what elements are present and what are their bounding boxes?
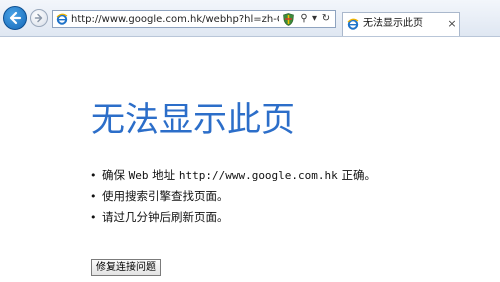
compatibility-shield-icon[interactable]	[283, 13, 294, 26]
list-item: • 请过几分钟后刷新页面。	[90, 207, 490, 228]
tip-text: 请过几分钟后刷新页面。	[102, 210, 229, 224]
browser-toolbar: http://www.google.com.hk/webhp?hl=zh-CN&…	[0, 0, 500, 37]
back-button[interactable]	[3, 6, 27, 30]
forward-arrow-icon	[34, 13, 43, 23]
address-url[interactable]: http://www.google.com.hk/webhp?hl=zh-CN&	[71, 13, 279, 26]
tip-text: 正确。	[337, 168, 376, 182]
tips-list: • 确保 Web 地址 http://www.google.com.hk 正确。 …	[90, 165, 490, 228]
chevron-down-icon[interactable]: ▾	[310, 12, 319, 26]
bullet: •	[90, 190, 97, 203]
tip-url: http://www.google.com.hk	[178, 169, 338, 182]
error-page: 无法显示此页 • 确保 Web 地址 http://www.google.com.…	[0, 37, 500, 282]
bullet: •	[90, 169, 97, 182]
fix-connection-button[interactable]: 修复连接问题	[91, 259, 161, 276]
list-item: • 使用搜索引擎查找页面。	[90, 186, 490, 207]
address-bar[interactable]: http://www.google.com.hk/webhp?hl=zh-CN&…	[52, 10, 336, 28]
ie-logo-icon	[56, 13, 68, 25]
tip-text: Web	[128, 169, 149, 182]
tip-text: 使用搜索引擎查找页面。	[102, 189, 229, 203]
list-item: • 确保 Web 地址 http://www.google.com.hk 正确。	[90, 165, 490, 186]
tip-text: 地址	[148, 168, 179, 182]
tab-title: 无法显示此页	[363, 18, 423, 29]
page-title: 无法显示此页	[91, 100, 295, 140]
tip-text: 确保	[102, 168, 129, 182]
refresh-icon[interactable]: ↻	[320, 12, 332, 26]
tab-current[interactable]: 无法显示此页 ×	[342, 12, 460, 36]
close-icon[interactable]: ×	[447, 17, 457, 31]
back-arrow-icon	[9, 11, 22, 25]
forward-button[interactable]	[30, 9, 48, 27]
search-icon[interactable]: ⚲	[299, 12, 309, 26]
ie-logo-icon	[347, 18, 359, 30]
bullet: •	[90, 211, 97, 224]
